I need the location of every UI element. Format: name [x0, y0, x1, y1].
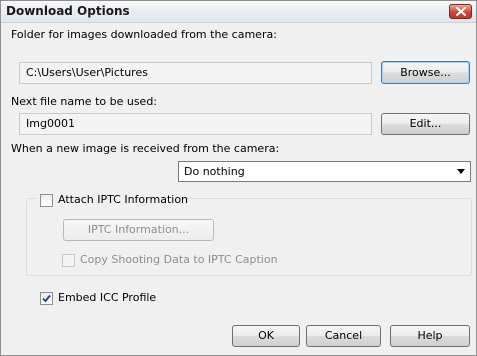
ok-button[interactable]: OK: [232, 325, 300, 347]
close-button[interactable]: [449, 4, 472, 19]
embed-icc-label: Embed ICC Profile: [58, 291, 157, 304]
close-icon: [456, 7, 466, 16]
next-file-field: Img0001: [19, 113, 372, 135]
checkmark-icon: [42, 294, 51, 303]
folder-path-field: C:\Users\User\Pictures: [19, 62, 372, 84]
copy-shooting-data-checkbox[interactable]: [62, 254, 75, 267]
on-receive-label: When a new image is received from the ca…: [11, 142, 280, 155]
next-file-label: Next file name to be used:: [11, 95, 158, 108]
title-bar[interactable]: Download Options: [1, 1, 476, 23]
copy-shooting-data-label: Copy Shooting Data to IPTC Caption: [80, 253, 278, 266]
on-receive-selected: Do nothing: [184, 165, 245, 178]
help-button[interactable]: Help: [390, 325, 470, 347]
cancel-button[interactable]: Cancel: [306, 325, 381, 347]
embed-icc-checkbox[interactable]: [40, 292, 53, 305]
download-options-dialog: Download Options Folder for images downl…: [0, 0, 477, 356]
iptc-information-button[interactable]: IPTC Information...: [63, 219, 214, 241]
dialog-title: Download Options: [6, 4, 130, 18]
attach-iptc-label: Attach IPTC Information: [58, 193, 189, 206]
attach-iptc-checkbox[interactable]: [40, 194, 53, 207]
folder-label: Folder for images downloaded from the ca…: [11, 28, 277, 41]
on-receive-dropdown[interactable]: Do nothing: [178, 161, 471, 182]
edit-button[interactable]: Edit...: [381, 113, 470, 135]
browse-button[interactable]: Browse...: [381, 61, 470, 84]
chevron-down-icon: [457, 169, 465, 174]
